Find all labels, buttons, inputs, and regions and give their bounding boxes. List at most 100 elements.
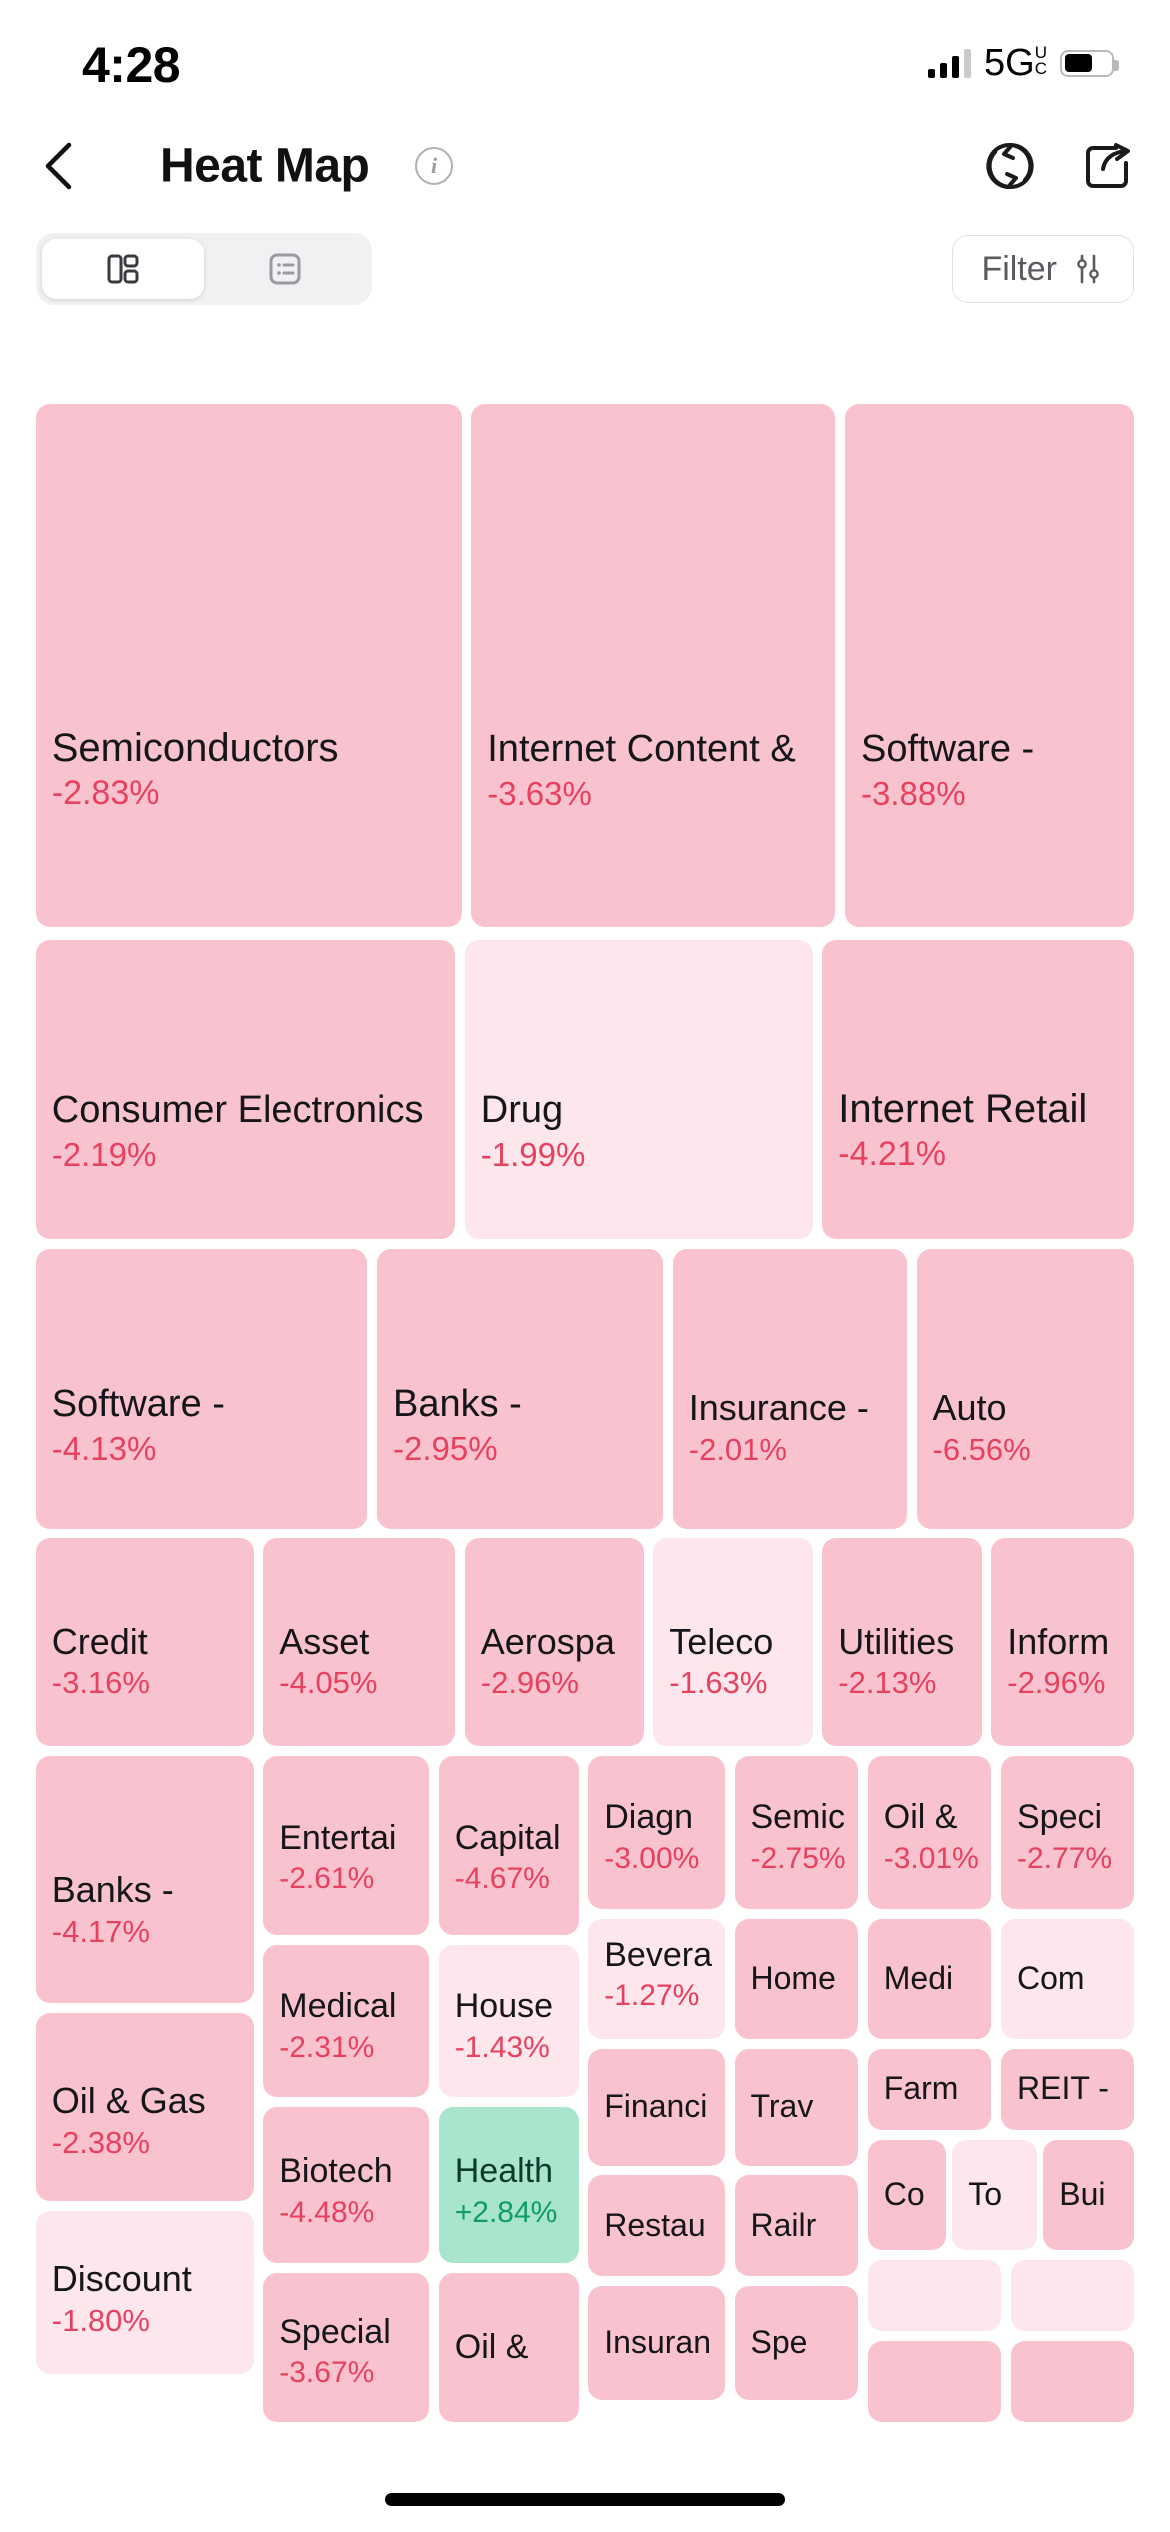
treemap-tile-label: Home: [750, 1959, 836, 1996]
treemap-tile[interactable]: Software - -4.13%: [35, 1249, 368, 1529]
treemap-tile[interactable]: Drug -1.99%: [464, 940, 813, 1240]
treemap-tile-label: Health: [454, 2152, 554, 2190]
treemap-tile[interactable]: Trav: [734, 2048, 858, 2166]
tab-list-view[interactable]: [204, 239, 366, 299]
treemap-tile-change: -1.80%: [51, 2302, 150, 2338]
treemap-tile[interactable]: Railr: [734, 2175, 858, 2276]
network-type-text: 5G: [984, 42, 1035, 84]
treemap-tile[interactable]: Aerospa -2.96%: [464, 1538, 644, 1747]
network-type-label: 5G U C: [984, 44, 1047, 82]
treemap-tile-label: Spe: [750, 2323, 808, 2360]
treemap-tile-label: Diagn: [604, 1798, 694, 1837]
status-bar-indicators: 5G U C: [928, 44, 1119, 82]
treemap-tile-change: -4.17%: [51, 1913, 150, 1949]
treemap-tile-label: Biotech: [279, 2152, 393, 2190]
treemap-tile-label: Restau: [604, 2206, 706, 2243]
treemap-tile-label: Entertai: [279, 1818, 397, 1857]
status-bar-time: 4:28: [82, 37, 181, 93]
filter-button[interactable]: Filter: [952, 235, 1134, 303]
treemap-tile[interactable]: Internet Content & -3.63%: [471, 404, 836, 928]
treemap-tile[interactable]: Medical -2.31%: [263, 1944, 429, 2098]
treemap-tile-change: -6.56%: [932, 1431, 1031, 1467]
list-view-icon: [269, 253, 301, 285]
treemap-tile-label: Software -: [861, 727, 1035, 770]
chevron-left-icon: [45, 142, 72, 190]
refresh-button[interactable]: [984, 140, 1036, 192]
treemap-tile[interactable]: Banks - -2.95%: [377, 1249, 663, 1529]
treemap-tile[interactable]: Home: [734, 1918, 858, 2039]
treemap-tile[interactable]: House -1.43%: [438, 1944, 579, 2098]
treemap-tile[interactable]: Financi: [588, 2048, 725, 2166]
treemap-tile[interactable]: Auto -6.56%: [916, 1249, 1135, 1529]
treemap-tile-label: Aerospa: [480, 1620, 615, 1662]
treemap-tile-label: Internet Content &: [487, 727, 796, 770]
share-export-icon: [1086, 143, 1130, 188]
treemap-tile[interactable]: Oil & Gas -2.38%: [35, 2012, 254, 2202]
network-sup-bottom: C: [1034, 59, 1047, 79]
treemap-tile-label: To: [968, 2175, 1003, 2212]
treemap-tile[interactable]: Diagn -3.00%: [588, 1756, 725, 1909]
treemap-tile-change: -2.95%: [393, 1429, 498, 1467]
treemap-tile[interactable]: Health +2.84%: [438, 2107, 579, 2263]
treemap-tile-label: Oil &: [883, 1798, 958, 1837]
treemap-tile[interactable]: Insuran: [588, 2285, 725, 2400]
treemap-tile-change: -2.75%: [750, 1842, 846, 1876]
treemap-tile[interactable]: Utilities -2.13%: [822, 1538, 982, 1747]
treemap-tile[interactable]: Insurance - -2.01%: [672, 1249, 907, 1529]
treemap-tile[interactable]: Biotech -4.48%: [263, 2107, 429, 2263]
treemap-tile-change: -3.88%: [861, 774, 966, 812]
info-circle-icon[interactable]: i: [415, 147, 453, 185]
battery-icon: [1060, 49, 1119, 77]
treemap-tile-label: Asset: [279, 1620, 370, 1662]
treemap-tile[interactable]: Credit -3.16%: [35, 1538, 254, 1747]
treemap-tile[interactable]: Semic -2.75%: [734, 1756, 858, 1909]
treemap-tile[interactable]: Co: [867, 2139, 946, 2250]
treemap-tile-label: Drug: [480, 1089, 564, 1132]
treemap-tile[interactable]: Com: [1001, 1918, 1135, 2039]
grid-view-icon: [107, 254, 139, 284]
treemap-tile[interactable]: [867, 2341, 1001, 2423]
treemap-tile[interactable]: Spe: [734, 2285, 858, 2400]
treemap-tile[interactable]: Consumer Electronics -2.19%: [35, 940, 455, 1240]
treemap-tile[interactable]: Asset -4.05%: [263, 1538, 455, 1747]
treemap-tile-change: -2.31%: [279, 2030, 375, 2064]
treemap-tile-label: Credit: [51, 1620, 148, 1662]
treemap-tile[interactable]: Bevera -1.27%: [588, 1918, 725, 2039]
view-mode-segmented-control[interactable]: [36, 233, 372, 305]
filter-button-label: Filter: [981, 249, 1057, 288]
treemap-tile-label: Software -: [51, 1382, 225, 1425]
treemap-tile[interactable]: Software - -3.88%: [845, 404, 1135, 928]
treemap-tile[interactable]: [867, 2259, 1001, 2332]
treemap-tile[interactable]: Bui: [1043, 2139, 1135, 2250]
treemap-tile[interactable]: Oil &: [438, 2272, 579, 2423]
heatmap-treemap[interactable]: Semiconductors -2.83% Internet Content & -3…: [0, 404, 1170, 2444]
treemap-tile[interactable]: Speci -2.77%: [1001, 1756, 1135, 1909]
treemap-tile[interactable]: Banks - -4.17%: [35, 1756, 254, 2003]
treemap-tile[interactable]: Special -3.67%: [263, 2272, 429, 2423]
treemap-tile-label: Medical: [279, 1986, 397, 2025]
treemap-tile[interactable]: Oil & -3.01%: [867, 1756, 992, 1909]
treemap-tile[interactable]: Entertai -2.61%: [263, 1756, 429, 1935]
treemap-tile[interactable]: Teleco -1.63%: [653, 1538, 813, 1747]
sliders-icon: [1077, 254, 1099, 284]
treemap-tile[interactable]: Capital -4.67%: [438, 1756, 579, 1935]
treemap-tile[interactable]: Farm: [867, 2048, 992, 2130]
treemap-tile[interactable]: Restau: [588, 2175, 725, 2276]
treemap-tile[interactable]: Discount -1.80%: [35, 2211, 254, 2374]
treemap-tile[interactable]: To: [952, 2139, 1037, 2250]
treemap-tile[interactable]: Internet Retail -4.21%: [822, 940, 1135, 1240]
treemap-tile-change: -2.96%: [480, 1665, 579, 1701]
treemap-tile[interactable]: Medi: [867, 1918, 992, 2039]
treemap-tile[interactable]: Semiconductors -2.83%: [35, 404, 462, 928]
treemap-tile-label: Teleco: [669, 1620, 774, 1662]
treemap-tile[interactable]: REIT -: [1001, 2048, 1135, 2130]
share-button[interactable]: [1082, 140, 1134, 192]
tab-grid-view[interactable]: [42, 239, 204, 299]
back-button[interactable]: [34, 142, 82, 190]
treemap-tile[interactable]: [1010, 2341, 1135, 2423]
treemap-tile-label: Consumer Electronics: [51, 1089, 424, 1132]
home-indicator: [385, 2493, 785, 2506]
treemap-tile-label: Internet Retail: [838, 1087, 1088, 1132]
treemap-tile[interactable]: [1010, 2259, 1135, 2332]
treemap-tile[interactable]: Inform -2.96%: [991, 1538, 1135, 1747]
